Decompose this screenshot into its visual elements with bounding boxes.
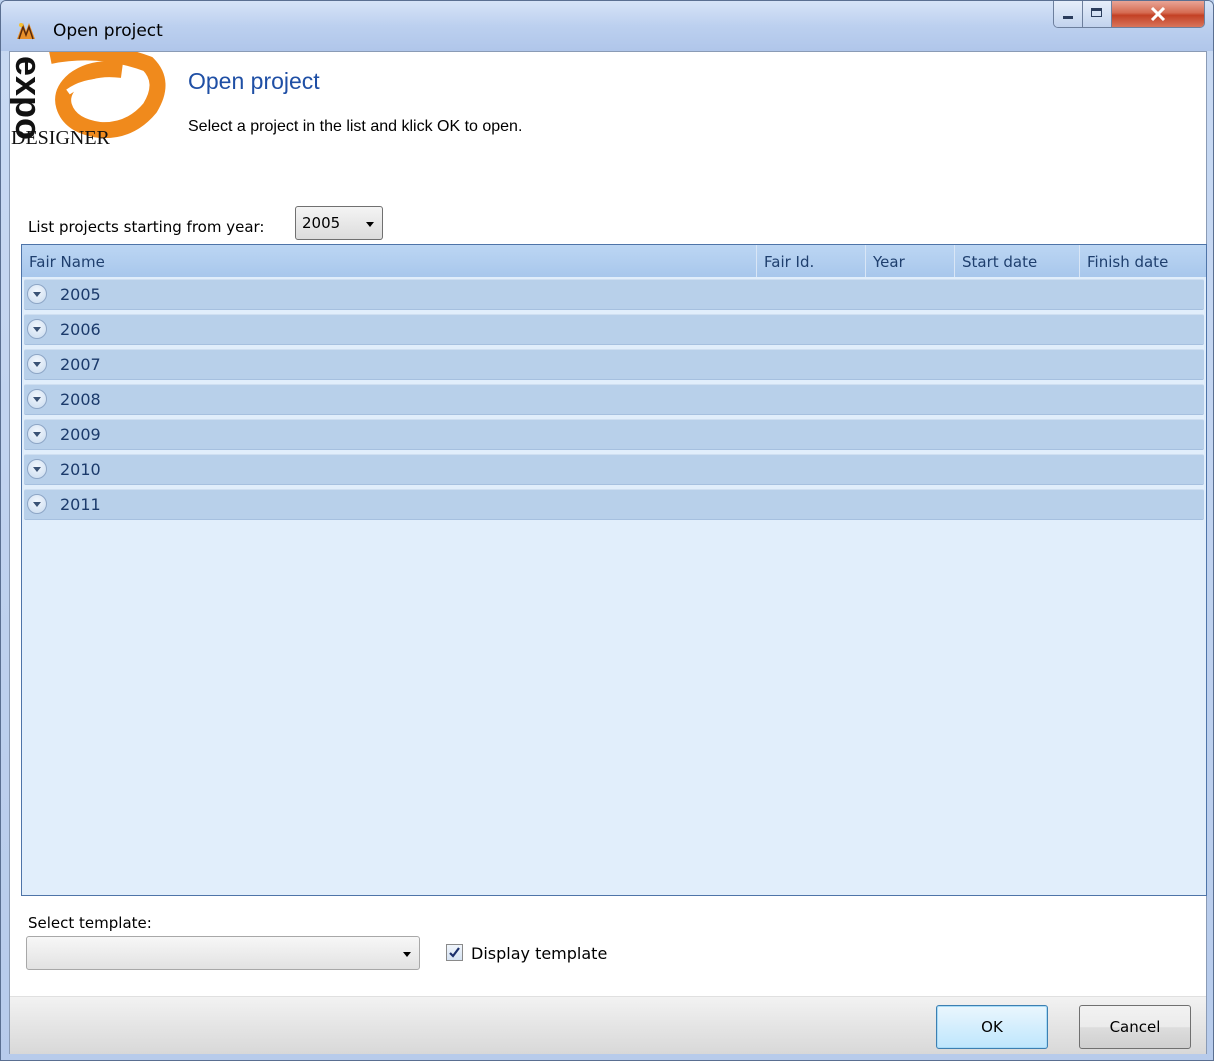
expand-icon[interactable] <box>27 424 47 444</box>
display-template-checkbox[interactable] <box>446 944 463 961</box>
caption-buttons <box>1053 1 1205 28</box>
expo-designer-logo: expo DESIGNER <box>10 52 166 148</box>
title-bar: Open project <box>1 1 1213 51</box>
year-select[interactable]: 2005 <box>295 206 383 240</box>
maximize-button[interactable] <box>1083 1 1112 27</box>
ok-button[interactable]: OK <box>936 1005 1048 1049</box>
group-label: 2005 <box>60 285 101 304</box>
group-label: 2006 <box>60 320 101 339</box>
group-row-2006[interactable]: 2006 <box>24 314 1204 345</box>
chevron-down-icon <box>366 222 374 227</box>
expand-icon[interactable] <box>27 354 47 374</box>
logo-sub: DESIGNER <box>11 127 111 148</box>
expand-icon[interactable] <box>27 284 47 304</box>
display-template-label[interactable]: Display template <box>471 944 607 963</box>
grid-header: Fair Name Fair Id. Year Start date Finis… <box>22 245 1206 278</box>
dialog-footer: OK Cancel <box>10 996 1206 1054</box>
expand-icon[interactable] <box>27 319 47 339</box>
group-label: 2008 <box>60 390 101 409</box>
group-row-2007[interactable]: 2007 <box>24 349 1204 380</box>
close-button[interactable] <box>1112 1 1204 27</box>
column-header-fair-name[interactable]: Fair Name <box>22 245 757 277</box>
group-row-2010[interactable]: 2010 <box>24 454 1204 485</box>
minimize-icon <box>1063 16 1073 19</box>
app-icon <box>17 23 35 40</box>
expand-icon[interactable] <box>27 494 47 514</box>
grid-body: 2005 2006 2007 2008 2009 2010 2011 <box>22 277 1206 895</box>
group-label: 2009 <box>60 425 101 444</box>
projects-grid[interactable]: Fair Name Fair Id. Year Start date Finis… <box>21 244 1207 896</box>
group-row-2005[interactable]: 2005 <box>24 279 1204 310</box>
close-icon <box>1150 7 1166 21</box>
column-header-year[interactable]: Year <box>866 245 955 277</box>
expand-icon[interactable] <box>27 459 47 479</box>
maximize-icon <box>1091 8 1102 17</box>
minimize-button[interactable] <box>1054 1 1083 27</box>
group-row-2008[interactable]: 2008 <box>24 384 1204 415</box>
column-header-start-date[interactable]: Start date <box>955 245 1080 277</box>
expand-icon[interactable] <box>27 389 47 409</box>
template-label: Select template: <box>28 914 152 932</box>
group-row-2011[interactable]: 2011 <box>24 489 1204 520</box>
page-subtitle: Select a project in the list and klick O… <box>188 118 523 135</box>
template-select[interactable] <box>26 936 420 970</box>
chevron-down-icon <box>403 952 411 957</box>
checkmark-icon <box>449 947 460 958</box>
dialog-client-area: expo DESIGNER Open project Select a proj… <box>9 51 1207 1054</box>
open-project-window: Open project expo DESIGNER Open project <box>0 0 1214 1061</box>
group-label: 2007 <box>60 355 101 374</box>
group-row-2009[interactable]: 2009 <box>24 419 1204 450</box>
page-title: Open project <box>188 68 320 94</box>
year-select-value: 2005 <box>302 214 341 232</box>
cancel-button[interactable]: Cancel <box>1079 1005 1191 1049</box>
group-label: 2011 <box>60 495 101 514</box>
column-header-fair-id[interactable]: Fair Id. <box>757 245 866 277</box>
column-header-finish-date[interactable]: Finish date <box>1080 245 1206 277</box>
window-title: Open project <box>53 21 163 41</box>
year-filter-label: List projects starting from year: <box>28 218 265 236</box>
group-label: 2010 <box>60 460 101 479</box>
